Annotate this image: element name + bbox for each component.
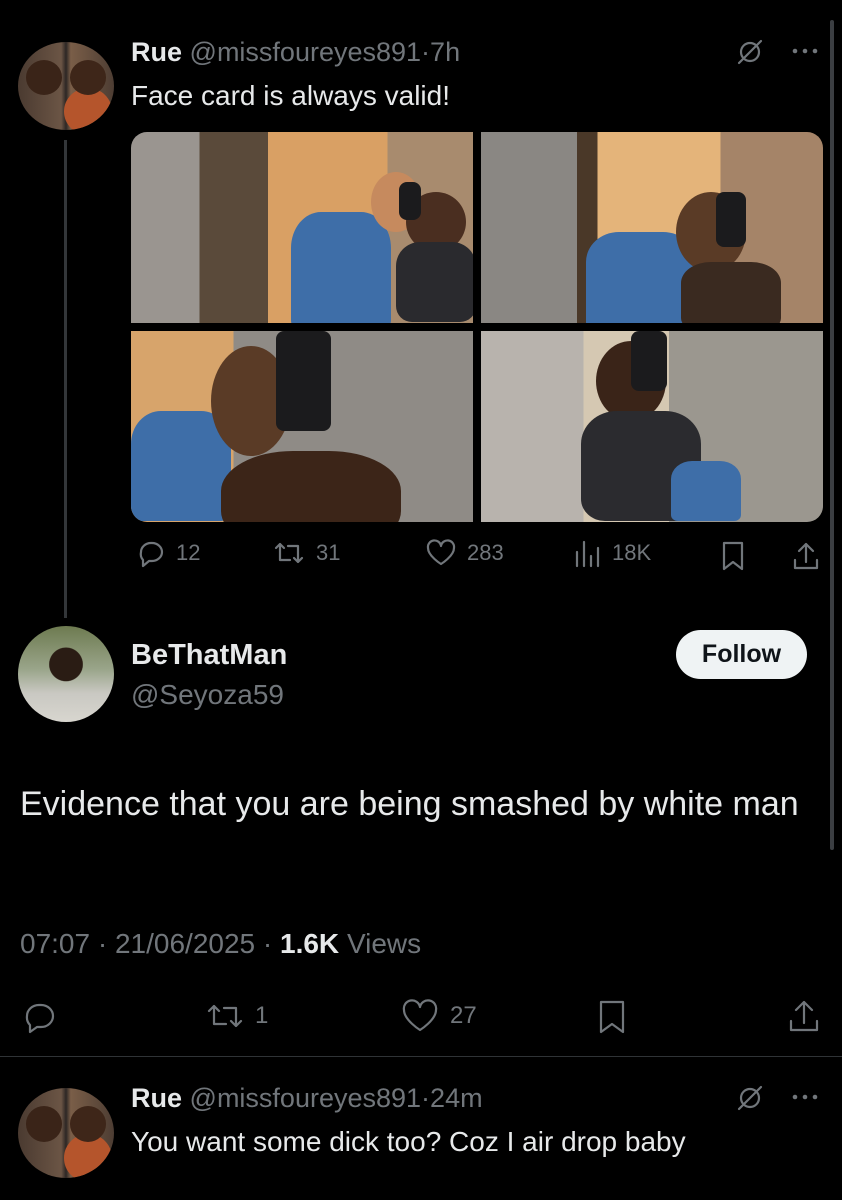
repost-count: 31 (316, 540, 341, 565)
views-count: 18K (612, 540, 652, 565)
handle[interactable]: @missfoureyes891 (190, 1083, 422, 1113)
bookmark-icon[interactable] (719, 540, 747, 572)
bookmark-icon[interactable] (596, 999, 628, 1035)
views-label: Views (346, 928, 422, 959)
avatar[interactable] (18, 626, 114, 722)
photo-4[interactable] (481, 331, 823, 522)
photo-1[interactable] (131, 132, 473, 323)
grok-icon[interactable] (735, 1083, 765, 1113)
repost-icon (274, 542, 304, 564)
tweet-text: You want some dick too? Coz I air drop b… (131, 1126, 686, 1157)
repost-action[interactable]: 31 (272, 538, 340, 568)
scrollbar[interactable] (830, 20, 834, 850)
separator: · (421, 37, 431, 67)
avatar[interactable] (18, 1088, 114, 1178)
views-action[interactable]: 18K (572, 538, 651, 568)
media-grid[interactable] (131, 132, 823, 522)
thread-line (64, 140, 67, 618)
photo-2[interactable] (481, 132, 823, 323)
tweet-meta: 07:07 · 21/06/2025 · 1.6K Views (20, 926, 421, 962)
share-icon[interactable] (790, 540, 822, 572)
reply-icon (139, 541, 164, 568)
follow-button[interactable]: Follow (676, 630, 807, 679)
photo-3[interactable] (131, 331, 473, 522)
like-count: 27 (450, 1002, 477, 1029)
timestamp[interactable]: 7h (430, 37, 460, 67)
separator: · (255, 928, 280, 959)
repost-action[interactable]: 1 (205, 999, 268, 1033)
reply-count: 12 (176, 540, 201, 565)
grok-icon[interactable] (735, 37, 765, 67)
separator: · (90, 928, 115, 959)
reply-icon[interactable] (22, 1000, 58, 1034)
repost-icon (207, 1004, 243, 1028)
display-name[interactable]: Rue (131, 37, 182, 67)
separator: · (421, 1083, 431, 1113)
like-action[interactable]: 27 (400, 998, 477, 1034)
like-count: 283 (467, 540, 504, 565)
handle[interactable]: @missfoureyes891 (190, 37, 422, 67)
avatar[interactable] (18, 42, 114, 130)
share-icon[interactable] (786, 998, 822, 1034)
more-icon[interactable] (790, 46, 820, 56)
like-action[interactable]: 283 (425, 538, 504, 568)
tweet-text: Evidence that you are being smashed by w… (20, 785, 799, 823)
tweet-header: Rue @missfoureyes891·7h (131, 35, 460, 69)
like-icon (402, 999, 438, 1032)
handle[interactable]: @Seyoza59 (131, 677, 284, 713)
repost-count: 1 (255, 1002, 269, 1029)
divider (0, 1056, 842, 1057)
like-icon (426, 539, 456, 566)
reply-action[interactable]: 12 (136, 538, 200, 568)
tweet-header: Rue @missfoureyes891·24m (131, 1081, 483, 1115)
display-name[interactable]: BeThatMan (131, 637, 287, 673)
timestamp[interactable]: 24m (430, 1083, 483, 1113)
views-count: 1.6K (280, 928, 340, 959)
views-icon (575, 540, 600, 568)
display-name[interactable]: Rue (131, 1083, 182, 1113)
post-date[interactable]: 21/06/2025 (115, 928, 255, 959)
post-time[interactable]: 07:07 (20, 928, 90, 959)
more-icon[interactable] (790, 1092, 820, 1102)
tweet-text: Face card is always valid! (131, 80, 451, 111)
